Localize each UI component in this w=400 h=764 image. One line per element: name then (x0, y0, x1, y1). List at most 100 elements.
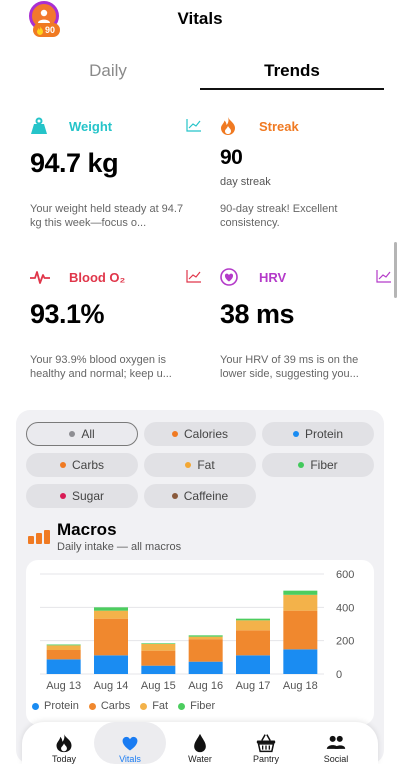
bar-chart-icon (28, 530, 50, 544)
filter-chip-label: Carbs (71, 458, 104, 472)
weight-card[interactable]: Weight 94.7 kg Your weight held steady a… (30, 116, 206, 246)
weight-trend-chart-icon[interactable] (186, 118, 202, 132)
x-tick-label: Aug 14 (94, 680, 129, 692)
y-tick-label: 400 (336, 602, 354, 614)
people-icon (326, 735, 346, 749)
bar-segment-carbs (94, 618, 128, 656)
flame-icon (56, 733, 72, 753)
filter-dot (59, 462, 66, 468)
tab-social[interactable]: Social (306, 722, 366, 764)
legend-label: Protein (44, 700, 79, 712)
bar-segment-protein (188, 661, 223, 674)
filter-chip-label: Sugar (71, 489, 105, 503)
x-tick-label: Aug 17 (236, 680, 271, 692)
filter-chip-label: Fat (197, 458, 215, 472)
scrollbar-thumb[interactable] (394, 242, 397, 298)
tab-daily[interactable]: Daily (16, 56, 200, 90)
y-tick-label: 200 (336, 636, 354, 648)
weight-description: Your weight held steady at 94.7 kg this … (30, 203, 184, 229)
hrv-description: Your HRV of 39 ms is on the lower side, … (220, 354, 359, 380)
tab-today[interactable]: Today (34, 722, 94, 764)
tab-trends[interactable]: Trends (200, 56, 384, 90)
bar-segment-fiber (236, 618, 270, 621)
filter-chip-calories[interactable]: Calories (144, 422, 256, 446)
filter-dot (185, 462, 192, 468)
bar-segment-carbs (141, 650, 176, 666)
legend-item-fiber: Fiber (178, 699, 215, 713)
macros-title: Macros (57, 520, 117, 539)
heart-icon (220, 267, 242, 287)
weight-value: 94.7 kg (30, 148, 119, 178)
blood-oxygen-card[interactable]: Blood O₂ 93.1% Your 93.9% blood oxygen i… (30, 267, 206, 397)
bar-segment-carbs (236, 630, 270, 656)
blood-oxygen-card-title: Blood O₂ (69, 269, 126, 285)
weight-icon (30, 116, 52, 136)
filter-chip-sugar[interactable]: Sugar (26, 484, 138, 508)
filter-dot (59, 493, 66, 499)
bar-segment-fiber (188, 635, 223, 637)
tab-label: Pantry (252, 754, 279, 764)
filter-chip-label: Calories (183, 427, 228, 441)
bar-segment-protein (283, 649, 318, 674)
bar-segment-carbs (46, 650, 81, 660)
bar-segment-fat (141, 644, 176, 651)
streak-description: 90-day streak! Excellent consistency. (220, 203, 338, 229)
bottom-tab-bar: Today Vitals Water Pantry Social (22, 722, 378, 764)
filter-dot (298, 462, 305, 468)
y-tick-label: 600 (336, 569, 354, 581)
tab-pantry[interactable]: Pantry (236, 722, 296, 764)
tab-label: Vitals (119, 754, 141, 764)
filter-dot (292, 431, 299, 437)
bar-segment-fat (188, 636, 223, 640)
streak-card[interactable]: Streak 90 day streak 90-day streak! Exce… (220, 116, 396, 246)
bar-segment-fiber (283, 590, 318, 595)
hrv-value: 38 ms (220, 299, 295, 329)
bar-segment-protein (236, 655, 270, 674)
hrv-card-title: HRV (259, 269, 287, 285)
filter-chip-fiber[interactable]: Fiber (262, 453, 374, 477)
weight-card-title: Weight (69, 118, 113, 134)
bar-segment-protein (46, 659, 81, 674)
filter-chip-label: Protein (304, 427, 344, 441)
x-tick-label: Aug 16 (188, 680, 223, 692)
streak-card-title: Streak (259, 118, 299, 134)
filter-dot (171, 493, 178, 499)
macros-subtitle: Daily intake — all macros (57, 541, 182, 553)
legend-item-protein: Protein (32, 699, 79, 713)
bar-segment-protein (94, 655, 128, 674)
bar-segment-fiber (94, 607, 128, 611)
filter-chip-protein[interactable]: Protein (262, 422, 374, 446)
macros-panel: All Calories Protein Carbs Fat Fiber Sug… (16, 410, 384, 764)
heart-icon (122, 736, 138, 751)
legend-item-carbs: Carbs (88, 699, 130, 713)
tab-label: Water (188, 754, 212, 764)
bar-segment-protein (141, 665, 176, 674)
bar-segment-carbs (188, 639, 223, 662)
filter-chip-label: Caffeine (183, 489, 229, 503)
pulse-icon (30, 267, 52, 287)
filter-chip-all[interactable]: All (26, 422, 138, 446)
legend-dot (140, 702, 148, 710)
blood-oxygen-description: Your 93.9% blood oxygen is healthy and n… (30, 354, 172, 380)
legend-item-fat: Fat (140, 699, 168, 713)
hrv-trend-chart-icon[interactable] (376, 269, 392, 283)
tab-water[interactable]: Water (170, 722, 230, 764)
filter-dot (171, 431, 178, 437)
x-tick-label: Aug 13 (46, 680, 81, 692)
bar-segment-fiber (141, 643, 176, 644)
blood-oxygen-trend-chart-icon[interactable] (186, 269, 202, 283)
bar-segment-fat (94, 610, 128, 619)
filter-chip-fat[interactable]: Fat (144, 453, 256, 477)
tab-vitals[interactable]: Vitals (94, 722, 166, 764)
hrv-card[interactable]: HRV 38 ms Your HRV of 39 ms is on the lo… (220, 267, 396, 397)
blood-oxygen-value: 93.1% (30, 299, 105, 329)
bar-segment-fat (283, 594, 318, 611)
tab-label: Today (51, 754, 77, 764)
tab-label: Social (323, 754, 349, 764)
filter-chip-carbs[interactable]: Carbs (26, 453, 138, 477)
header: 90 Vitals (0, 0, 400, 40)
segment-tabs: Daily Trends (16, 56, 384, 90)
streak-subtitle: day streak (220, 176, 271, 188)
filter-chip-caffeine[interactable]: Caffeine (144, 484, 256, 508)
streak-value: 90 (220, 146, 243, 169)
